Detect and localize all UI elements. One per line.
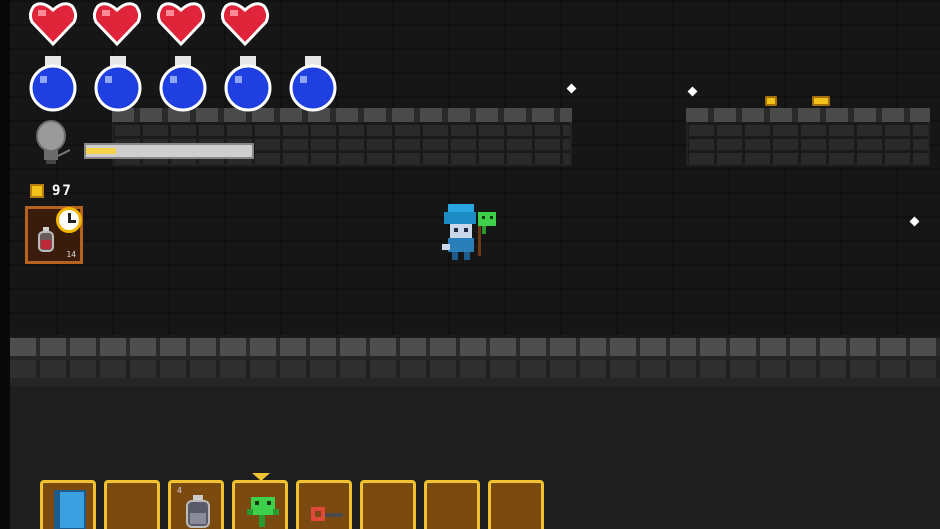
hotbar-slot-1[interactable] (40, 480, 96, 529)
player-wizard (442, 204, 496, 260)
slot-item-count: 4 (177, 486, 182, 495)
hotbar: 4 (40, 473, 544, 529)
stone-floor (10, 338, 940, 386)
coin-icon (30, 184, 44, 198)
hotbar-slot-2[interactable] (104, 480, 160, 529)
background-brick-wall (0, 0, 940, 335)
light-meter-fill (86, 148, 116, 154)
coin-count: 97 (52, 183, 73, 199)
potion-icon (38, 227, 54, 252)
heart-icon (156, 2, 206, 46)
mana-potion-icon (289, 56, 337, 112)
heart-icon (92, 2, 142, 46)
mana-potion-icon (94, 56, 142, 112)
lightbulb-icon (36, 120, 70, 164)
stone-platform-right (686, 108, 930, 166)
gold-coin-pickup (812, 96, 830, 106)
hotbar-slot-4[interactable] (232, 473, 288, 529)
gold-coin-pickup (765, 96, 777, 106)
red-key-icon (311, 507, 343, 521)
heart-icon (28, 2, 78, 46)
mana-potion-icon (29, 56, 77, 112)
coin-counter: 97 (30, 182, 73, 200)
hotbar-slot-7[interactable] (424, 480, 480, 529)
mana-potion-icon (224, 56, 272, 112)
hotbar-slot-8[interactable] (488, 480, 544, 529)
clock-icon (56, 207, 82, 233)
light-meter (84, 143, 254, 159)
left-boundary-wall (0, 0, 10, 529)
active-buff-panel: 14 (25, 206, 83, 264)
hotbar-slot-6[interactable] (360, 480, 416, 529)
green-slime-pet-icon (247, 497, 279, 527)
hotbar-slot-5[interactable] (296, 480, 352, 529)
heart-icon (220, 2, 270, 46)
mana-potion-icon (159, 56, 207, 112)
potion-bottle-icon (186, 495, 210, 528)
buff-count: 14 (66, 250, 76, 259)
hotbar-slot-3[interactable]: 4 (168, 480, 224, 529)
blue-spellbook-icon (54, 490, 86, 529)
